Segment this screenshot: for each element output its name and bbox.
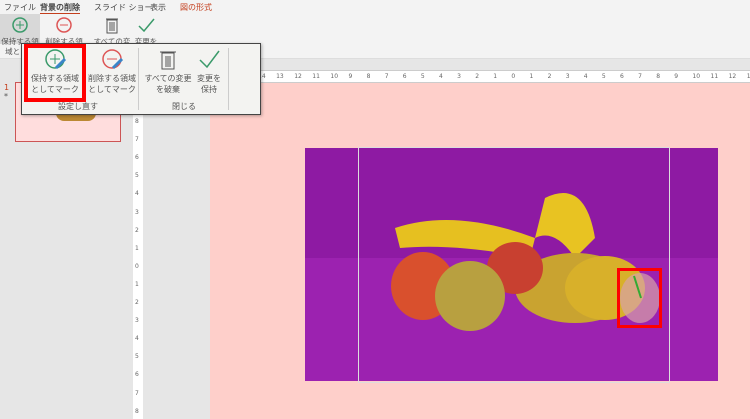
checkmark-icon xyxy=(138,18,155,33)
ruler-tick-label: 4 xyxy=(439,73,443,80)
ruler-tick-label: 7 xyxy=(135,389,139,397)
ruler-tick-label: 8 xyxy=(135,118,139,125)
slide-star: * xyxy=(4,92,8,101)
trash-icon xyxy=(160,51,176,70)
ruler-tick-label: 2 xyxy=(135,299,139,306)
ruler-tick-label: 3 xyxy=(135,317,139,325)
highlight-box xyxy=(617,268,662,328)
ruler-tick-label: 2 xyxy=(475,73,480,80)
ruler-tick-label: 1 xyxy=(135,280,139,288)
vertical-ruler: 8 7 6 5 4 3 2 1 0 1 2 3 4 5 6 7 8 xyxy=(133,113,143,419)
ruler-tick-label: 6 xyxy=(402,73,407,80)
ruler-tick-label: 1 xyxy=(135,244,139,252)
plus-pencil-icon xyxy=(45,49,67,70)
trash-icon xyxy=(106,18,118,34)
ruler-tick-label: 0 xyxy=(135,262,139,270)
mark-areas-to-remove-button[interactable]: 削除する領域 としてマーク xyxy=(84,48,140,95)
ruler-tick-label: 10 xyxy=(692,73,701,80)
group-divider xyxy=(138,48,139,110)
discard-all-changes-button[interactable]: すべての変更 を破棄 xyxy=(142,48,194,95)
ruler-tick-label: 8 xyxy=(366,73,371,80)
ruler-tick-label: 6 xyxy=(135,371,139,379)
ruler-tick-label: 2 xyxy=(135,226,139,234)
ruler-tick-label: 3 xyxy=(565,73,570,80)
tab-file[interactable]: ファイル xyxy=(4,2,36,13)
horizontal-ruler: 1413121110987654321012345678910111213 xyxy=(258,70,750,83)
ribbon-tabs: ファイル 背景の削除 スライド ショー 表示 図の形式 xyxy=(0,0,750,15)
ruler-tick-label: 11 xyxy=(312,73,320,80)
ruler-tick-label: 3 xyxy=(135,208,139,216)
ruler-tick-label: 5 xyxy=(420,73,425,80)
ruler-tick-label: 4 xyxy=(135,190,139,198)
ruler-tick-label: 13 xyxy=(276,73,284,80)
ruler-tick-label: 2 xyxy=(547,73,552,80)
ruler-tick-label: 0 xyxy=(511,73,516,80)
ruler-tick-label: 7 xyxy=(384,73,389,80)
minus-pencil-icon xyxy=(102,49,124,70)
tab-view[interactable]: 表示 xyxy=(150,2,166,13)
ruler-tick-label: 12 xyxy=(728,73,737,80)
ruler-tick-label: 5 xyxy=(135,172,139,180)
slide-number: 1 xyxy=(4,83,10,92)
mark-keep-button[interactable]: 保持する領域として xyxy=(0,14,40,56)
plus-pencil-icon xyxy=(12,17,28,33)
ruler-tick-label: 12 xyxy=(294,73,302,80)
ruler-tick-label: 9 xyxy=(674,73,679,80)
ruler-tick-label: 6 xyxy=(620,73,624,80)
ruler-tick-label: 5 xyxy=(135,353,139,361)
group-divider xyxy=(228,48,229,110)
ruler-tick-label: 7 xyxy=(638,73,642,80)
ruler-tick-label: 8 xyxy=(135,407,139,415)
ruler-tick-label: 11 xyxy=(710,73,719,80)
ruler-tick-label: 7 xyxy=(135,136,139,144)
ruler-tick-label: 4 xyxy=(583,73,588,80)
ruler-tick-label: 1 xyxy=(493,73,498,80)
ruler-tick-label: 3 xyxy=(457,73,461,80)
group-label-refine: 設定し直す xyxy=(58,102,98,111)
mark-areas-to-keep-button[interactable]: 保持する領域 としてマーク xyxy=(24,44,86,102)
tab-picture-format[interactable]: 図の形式 xyxy=(180,2,212,13)
group-label-close: 閉じる xyxy=(172,102,196,111)
ruler-tick-label: 9 xyxy=(348,73,353,80)
checkmark-icon xyxy=(199,50,220,69)
ruler-tick-label: 8 xyxy=(656,73,661,80)
ruler-tick-label: 6 xyxy=(135,154,139,162)
crop-selection-frame[interactable] xyxy=(358,147,670,383)
tab-slideshow[interactable]: スライド ショー xyxy=(94,2,153,13)
ruler-tick-label: 10 xyxy=(330,73,339,80)
keep-changes-button[interactable]: 変更を 保持 xyxy=(194,48,224,95)
background-removal-popup: 保持する領域 としてマーク 削除する領域 としてマーク すべての変更 を破棄 変更を保… xyxy=(21,43,261,115)
ruler-tick-label: 1 xyxy=(529,73,534,80)
ruler-tick-label: 4 xyxy=(135,335,139,343)
minus-pencil-icon xyxy=(56,17,72,33)
ruler-tick-label: 5 xyxy=(601,73,606,80)
